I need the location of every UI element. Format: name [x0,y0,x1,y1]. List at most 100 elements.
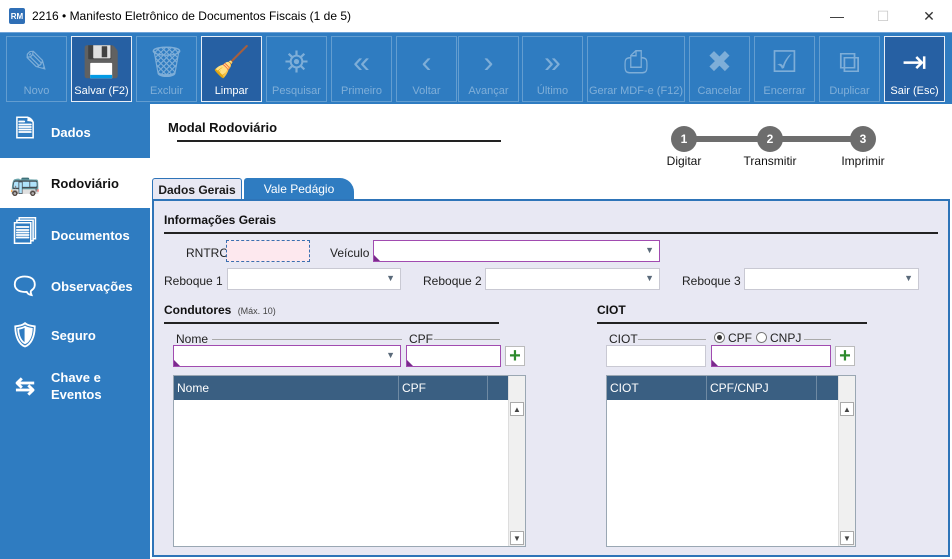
pesquisar-button[interactable]: ⛯ Pesquisar [266,36,327,102]
sidebar-item-dados[interactable]: 🗎 Dados [0,107,150,157]
reboque1-label: Reboque 1 [164,274,223,288]
cancel-circle-icon: ✖ [706,46,733,79]
ciot-scrollbar[interactable]: ▲ ▼ [838,376,855,546]
rntrc-label: RNTRC [186,246,228,260]
floppy-disk-icon: 💾 [82,46,121,79]
broom-icon: 🧹 [212,46,251,79]
col-cpf-cnpj[interactable]: CPF/CNPJ [707,376,817,400]
toolbar: ✎ Novo 💾 Salvar (F2) 🗑 Excluir 🧹 Limpar … [0,32,952,104]
checklist-icon: ☑ [771,46,798,79]
document-icon: 🗎 [15,115,35,143]
gerar-mdfe-button[interactable]: ⎙ Gerar MDF-e (F12) [587,36,685,102]
sidebar-item-chave-eventos[interactable]: ⇆ Chave e Eventos [0,361,150,411]
avancar-button[interactable]: › Avançar [458,36,519,102]
step-2-circle: 2 [757,126,783,152]
scroll-up-icon[interactable]: ▲ [510,402,524,416]
reboque1-select[interactable]: ▼ [227,268,401,290]
minimize-button[interactable]: — [814,0,860,32]
ultimo-button[interactable]: » Último [522,36,583,102]
arrows-exchange-icon: ⇆ [14,372,36,400]
main-content: Modal Rodoviário 1 Digitar 2 Transmitir … [150,104,952,559]
tab-dados-gerais[interactable]: Dados Gerais [152,178,242,200]
radio-cnpj[interactable] [756,332,767,343]
col-ciot[interactable]: CIOT [607,376,707,400]
col-cpf[interactable]: CPF [399,376,488,400]
ciot-title: CIOT [597,303,626,317]
close-button[interactable]: ✕ [906,0,952,32]
ciot-input[interactable] [606,345,706,367]
cancelar-button[interactable]: ✖ Cancelar [689,36,750,102]
voltar-button[interactable]: ‹ Voltar [396,36,457,102]
reboque2-select[interactable]: ▼ [485,268,660,290]
cpf-fieldset-line [434,339,500,340]
novo-button[interactable]: ✎ Novo [6,36,67,102]
condutores-line [164,322,499,324]
condutores-note: (Máx. 10) [237,306,276,316]
sidebar-item-rodoviario[interactable]: 🚌 Rodoviário [0,158,150,208]
duplicar-button[interactable]: ⧉ Duplicar [819,36,880,102]
scroll-down-icon[interactable]: ▼ [510,531,524,545]
exit-door-icon: ⇥ [901,46,928,79]
add-condutor-button[interactable]: + [505,346,525,366]
app-logo-icon: RM [9,8,25,24]
chevron-left-icon: ‹ [421,46,432,79]
sair-button[interactable]: ⇥ Sair (Esc) [884,36,945,102]
step-1-circle: 1 [671,126,697,152]
limpar-button[interactable]: 🧹 Limpar [201,36,262,102]
reboque2-label: Reboque 2 [423,274,482,288]
condutor-cpf-input[interactable] [406,345,501,367]
condutor-nome-select[interactable]: ▼ [173,345,401,367]
double-chevron-right-icon: » [544,46,561,79]
col-nome[interactable]: Nome [174,376,399,400]
add-ciot-button[interactable]: + [835,346,855,366]
tab-vale-pedagio[interactable]: Vale Pedágio [244,178,354,200]
radio-cpf-label: CPF [728,331,752,345]
pencil-doc-icon: ✎ [23,46,50,79]
shield-hands-icon: 🛡 [9,321,41,349]
cpfcnpj-fieldset-line [804,339,831,340]
sidebar-item-observacoes[interactable]: 🗨 Observações [0,261,150,311]
encerrar-button[interactable]: ☑ Encerrar [754,36,815,102]
sidebar-item-documentos[interactable]: 🗐 Documentos [0,210,150,260]
veiculo-select[interactable]: ▼ [373,240,660,262]
trash-icon: 🗑 [147,46,186,79]
primeiro-button[interactable]: « Primeiro [331,36,392,102]
step-3-circle: 3 [850,126,876,152]
radio-cnpj-label: CNPJ [770,331,802,345]
chevron-down-icon: ▼ [904,273,913,283]
condutor-nome-label: Nome [176,332,209,346]
maximize-button[interactable]: ☐ [860,0,906,32]
reboque3-label: Reboque 3 [682,274,741,288]
radio-cpf[interactable] [714,332,725,343]
speech-bubble-icon: 🗨 [9,272,41,300]
rntrc-input[interactable] [226,240,310,262]
salvar-button[interactable]: 💾 Salvar (F2) [71,36,132,102]
title-underline [177,140,501,142]
printer-icon: ⎙ [624,46,648,79]
sidebar-item-seguro[interactable]: 🛡 Seguro [0,310,150,360]
scroll-up-icon[interactable]: ▲ [840,402,854,416]
info-gerais-line [164,232,938,234]
excluir-button[interactable]: 🗑 Excluir [136,36,197,102]
chevron-down-icon: ▼ [645,245,654,255]
condutores-grid[interactable]: Nome CPF ▲ ▼ [173,375,526,547]
chevron-down-icon: ▼ [645,273,654,283]
ciot-grid[interactable]: CIOT CPF/CNPJ ▲ ▼ [606,375,856,547]
tab-panel: Informações Gerais RNTRC Veículo ▼ Reboq… [152,199,950,557]
ciot-label: CIOT [609,332,638,346]
reboque3-select[interactable]: ▼ [744,268,919,290]
chevron-down-icon: ▼ [386,350,395,360]
title-bar: RM 2216 • Manifesto Eletrônico de Docume… [0,0,952,32]
window-title: 2216 • Manifesto Eletrônico de Documento… [32,9,352,23]
chevron-down-icon: ▼ [386,273,395,283]
step-1-label: Digitar [666,154,702,168]
bus-icon: 🚌 [10,169,40,197]
condutores-grid-header: Nome CPF [174,376,509,400]
veiculo-label: Veículo [330,246,370,260]
page-title: Modal Rodoviário [168,120,278,135]
info-gerais-title: Informações Gerais [164,213,277,227]
scroll-down-icon[interactable]: ▼ [840,531,854,545]
condutores-scrollbar[interactable]: ▲ ▼ [508,376,525,546]
step-3-label: Imprimir [841,154,885,168]
ciot-cpf-cnpj-input[interactable] [711,345,831,367]
